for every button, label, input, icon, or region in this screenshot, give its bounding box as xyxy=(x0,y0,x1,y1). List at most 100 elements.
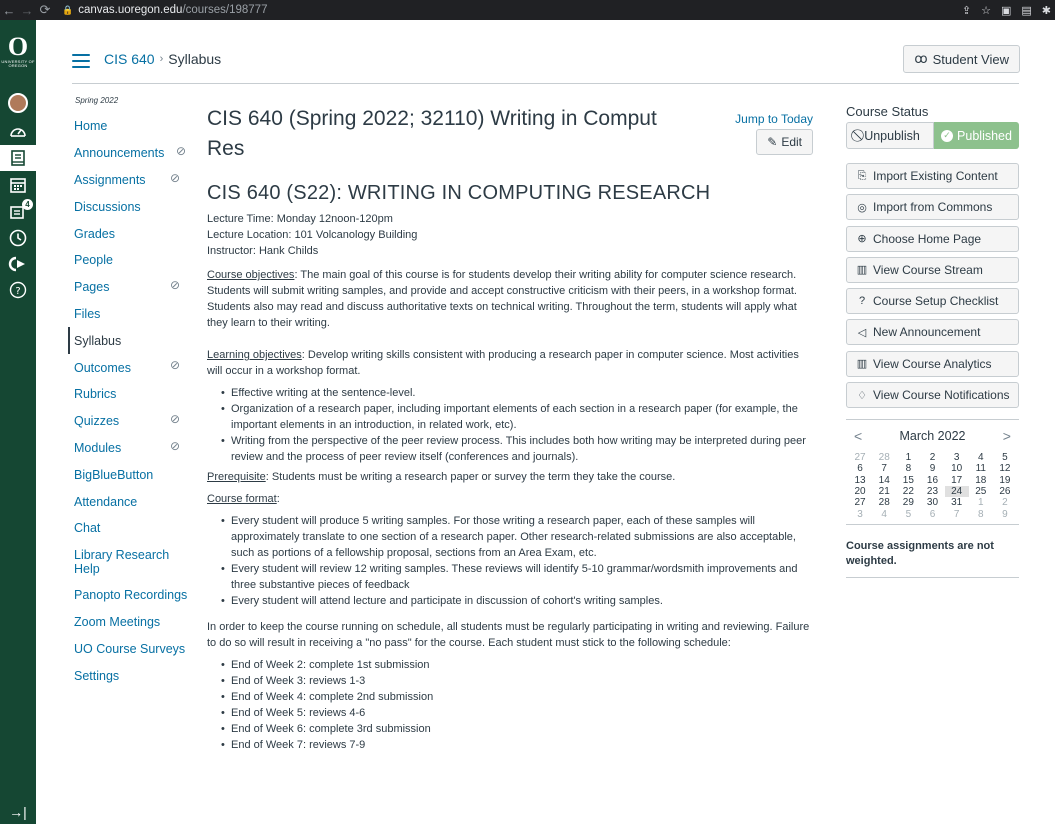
forward-icon[interactable]: → xyxy=(18,3,36,18)
import-from-commons-button[interactable]: ◎ Import from Commons xyxy=(846,194,1019,221)
extension-icon[interactable]: ▣ xyxy=(1001,4,1011,17)
calendar-day[interactable]: 28 xyxy=(872,452,896,463)
calendar-day[interactable]: 7 xyxy=(872,463,896,474)
calendar-day[interactable]: 6 xyxy=(920,509,944,520)
calendar-day[interactable]: 15 xyxy=(896,475,920,486)
calendar-day[interactable]: 29 xyxy=(896,497,920,508)
calendar-day[interactable]: 30 xyxy=(920,497,944,508)
calendar-day[interactable]: 6 xyxy=(848,463,872,474)
course-nav-files[interactable]: Files xyxy=(68,301,198,328)
edit-button[interactable]: ✎ Edit xyxy=(756,129,813,155)
gnav-inbox[interactable]: 4 xyxy=(0,198,36,224)
reload-icon[interactable]: ⟳ xyxy=(36,2,54,18)
course-nav-syllabus[interactable]: Syllabus xyxy=(68,327,198,355)
calendar-day[interactable]: 10 xyxy=(945,463,969,474)
calendar-day[interactable]: 27 xyxy=(848,497,872,508)
calendar-day[interactable]: 21 xyxy=(872,486,896,497)
gnav-account[interactable] xyxy=(0,90,36,116)
list-item: Every student will review 12 writing sam… xyxy=(221,561,817,593)
course-nav-discussions[interactable]: Discussions xyxy=(68,193,198,220)
view-course-analytics-button[interactable]: ▥ View Course Analytics xyxy=(846,350,1019,377)
calendar-day[interactable]: 7 xyxy=(945,509,969,520)
back-icon[interactable]: ← xyxy=(0,3,18,18)
calendar-day[interactable]: 8 xyxy=(896,463,920,474)
calendar-day[interactable]: 23 xyxy=(920,486,944,497)
course-nav-assignments[interactable]: Assignments ⊘ xyxy=(68,167,198,194)
menu-toggle-icon[interactable] xyxy=(72,54,90,68)
calendar-day[interactable]: 19 xyxy=(993,475,1017,486)
calendar-day[interactable]: 17 xyxy=(945,475,969,486)
course-nav-people[interactable]: People xyxy=(68,247,198,274)
course-nav-home[interactable]: Home xyxy=(68,113,198,140)
published-button[interactable]: ✓ Published xyxy=(934,122,1019,149)
address-bar[interactable]: 🔒 canvas.uoregon.edu/courses/198777 xyxy=(62,4,267,16)
calendar-day[interactable]: 8 xyxy=(969,509,993,520)
course-nav-bigbluebutton[interactable]: BigBlueButton xyxy=(68,461,198,488)
course-nav-library-research-help[interactable]: Library Research Help xyxy=(68,542,198,582)
puzzle-icon[interactable]: ✱ xyxy=(1042,4,1051,17)
calendar-day[interactable]: 14 xyxy=(872,475,896,486)
calendar-day[interactable]: 18 xyxy=(969,475,993,486)
calendar-day[interactable]: 3 xyxy=(945,452,969,463)
course-nav-rubrics[interactable]: Rubrics xyxy=(68,381,198,408)
course-nav-modules[interactable]: Modules ⊘ xyxy=(68,435,198,462)
calendar-day[interactable]: 9 xyxy=(920,463,944,474)
calendar-day[interactable]: 1 xyxy=(896,452,920,463)
calendar-day[interactable]: 20 xyxy=(848,486,872,497)
calendar-day[interactable]: 3 xyxy=(848,509,872,520)
calendar-day[interactable]: 4 xyxy=(872,509,896,520)
course-nav-quizzes[interactable]: Quizzes ⊘ xyxy=(68,408,198,435)
calendar-day[interactable]: 22 xyxy=(896,486,920,497)
gnav-calendar[interactable] xyxy=(0,172,36,198)
calendar-day[interactable]: 9 xyxy=(993,509,1017,520)
gnav-history[interactable] xyxy=(0,225,36,251)
gnav-help[interactable]: ? xyxy=(0,277,36,303)
course-setup-checklist-button[interactable]: ? Course Setup Checklist xyxy=(846,288,1019,315)
course-nav-grades[interactable]: Grades xyxy=(68,220,198,247)
calendar-day[interactable]: 16 xyxy=(920,475,944,486)
calendar-day[interactable]: 13 xyxy=(848,475,872,486)
reader-icon[interactable]: ▤ xyxy=(1021,4,1031,17)
gnav-commons[interactable] xyxy=(0,251,36,277)
calendar-day[interactable]: 27 xyxy=(848,452,872,463)
calendar-day[interactable]: 1 xyxy=(969,497,993,508)
choose-home-page-button[interactable]: ⊕ Choose Home Page xyxy=(846,225,1019,252)
course-nav-zoom-meetings[interactable]: Zoom Meetings xyxy=(68,609,198,636)
course-nav-uo-course-surveys[interactable]: UO Course Surveys xyxy=(68,635,198,662)
course-nav-chat[interactable]: Chat xyxy=(68,515,198,542)
calendar-day[interactable]: 31 xyxy=(945,497,969,508)
breadcrumb-course-link[interactable]: CIS 640 xyxy=(104,51,155,67)
course-nav-announcements[interactable]: Announcements ⊘ xyxy=(68,140,198,167)
calendar-day[interactable]: 5 xyxy=(896,509,920,520)
calendar-day[interactable]: 12 xyxy=(993,463,1017,474)
view-course-notifications-button[interactable]: ♢ View Course Notifications xyxy=(846,382,1019,409)
chevron-left-icon[interactable]: < xyxy=(854,428,862,444)
chevron-right-icon[interactable]: > xyxy=(1003,428,1011,444)
gnav-courses[interactable] xyxy=(0,145,36,171)
collapse-nav-icon[interactable]: →| xyxy=(0,804,36,820)
student-view-button[interactable]: ꝏ Student View xyxy=(903,45,1020,73)
calendar-day[interactable]: 5 xyxy=(993,452,1017,463)
calendar-day[interactable]: 11 xyxy=(969,463,993,474)
star-icon[interactable]: ☆ xyxy=(981,4,991,17)
course-nav-attendance[interactable]: Attendance xyxy=(68,488,198,515)
course-nav-pages[interactable]: Pages ⊘ xyxy=(68,274,198,301)
view-course-stream-button[interactable]: ▥ View Course Stream xyxy=(846,256,1019,283)
calendar-day[interactable]: 2 xyxy=(920,452,944,463)
gnav-dashboard[interactable] xyxy=(0,119,36,145)
course-nav-outcomes[interactable]: Outcomes ⊘ xyxy=(68,354,198,381)
course-nav-panopto-recordings[interactable]: Panopto Recordings xyxy=(68,582,198,609)
share-icon[interactable]: ⇪ xyxy=(962,4,971,17)
calendar-day[interactable]: 26 xyxy=(993,486,1017,497)
course-nav-settings[interactable]: Settings xyxy=(68,662,198,689)
calendar-day[interactable]: 4 xyxy=(969,452,993,463)
calendar-day-today[interactable]: 24 xyxy=(944,485,969,498)
new-announcement-button[interactable]: ◁ New Announcement xyxy=(846,319,1019,346)
unpublish-button[interactable]: ⃠ Unpublish xyxy=(846,122,934,149)
calendar-day[interactable]: 25 xyxy=(969,486,993,497)
jump-to-today-link[interactable]: Jump to Today xyxy=(735,112,813,126)
import-existing-content-button[interactable]: ⎘ Import Existing Content xyxy=(846,163,1019,189)
calendar-day[interactable]: 2 xyxy=(993,497,1017,508)
university-logo[interactable]: O UNIVERSITY OF OREGON xyxy=(0,34,36,68)
calendar-day[interactable]: 28 xyxy=(872,497,896,508)
